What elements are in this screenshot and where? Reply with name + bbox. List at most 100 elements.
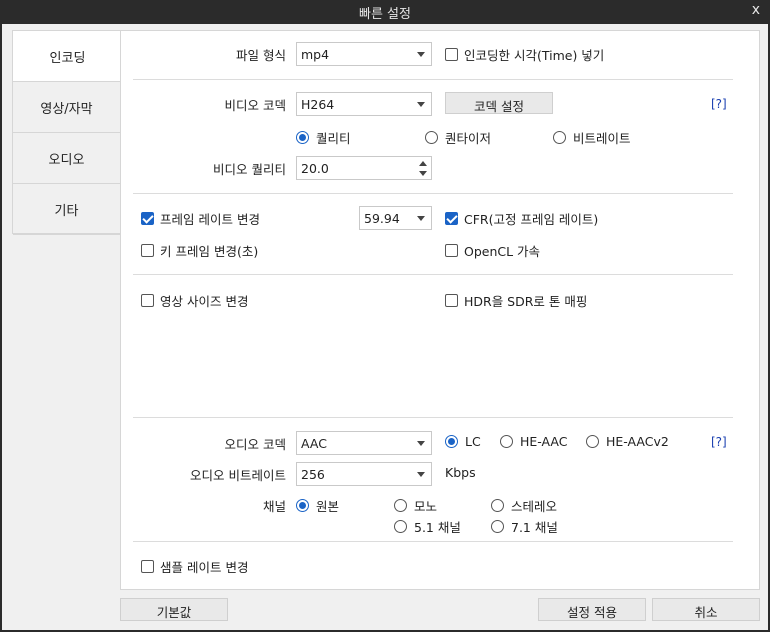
checkbox-icon xyxy=(141,294,154,307)
divider xyxy=(133,193,733,194)
opencl-checkbox[interactable]: OpenCL 가속 xyxy=(445,241,540,260)
video-codec-help-link[interactable]: [?] xyxy=(711,97,727,111)
divider xyxy=(133,417,733,418)
radio-quantizer-label: 퀀타이저 xyxy=(445,131,492,146)
chevron-down-icon xyxy=(417,472,425,477)
radio-icon xyxy=(394,499,407,512)
radio-icon xyxy=(586,435,599,448)
tab-encoding[interactable]: 인코딩 xyxy=(13,31,122,82)
radio-selected-icon xyxy=(296,131,309,144)
frame-rate-select[interactable]: 59.94 xyxy=(359,206,432,230)
radio-icon xyxy=(425,131,438,144)
audio-codec-select[interactable]: AAC xyxy=(296,431,432,455)
checkbox-icon xyxy=(141,560,154,573)
dialog-window: 인코딩 영상/자막 오디오 기타 파일 형식 mp4 인코딩한 시각(Time)… xyxy=(2,24,768,630)
codec-settings-button[interactable]: 코덱 설정 xyxy=(445,92,553,114)
close-icon[interactable]: x xyxy=(752,2,760,18)
radio-channel-stereo[interactable]: 스테레오 xyxy=(491,496,557,515)
divider xyxy=(133,541,733,542)
radio-selected-icon xyxy=(445,435,458,448)
resize-checkbox[interactable]: 영상 사이즈 변경 xyxy=(141,291,248,310)
tab-list: 인코딩 영상/자막 오디오 기타 xyxy=(12,30,122,235)
audio-bitrate-label: 오디오 비트레이트 xyxy=(190,468,286,483)
channel-label: 채널 xyxy=(262,499,286,514)
frame-rate-checkbox[interactable]: 프레임 레이트 변경 xyxy=(141,209,260,228)
radio-he-aacv2[interactable]: HE-AACv2 xyxy=(586,434,669,449)
radio-icon xyxy=(394,520,407,533)
checkbox-checked-icon xyxy=(445,212,458,225)
audio-codec-label: 오디오 코덱 xyxy=(224,437,286,452)
divider xyxy=(133,79,733,80)
spin-up-icon[interactable] xyxy=(419,161,427,166)
radio-channel-7-1[interactable]: 7.1 채널 xyxy=(491,517,558,536)
audio-codec-help-link[interactable]: [?] xyxy=(711,435,727,449)
hdr-tonemap-checkbox[interactable]: HDR을 SDR로 톤 매핑 xyxy=(445,291,587,310)
video-quality-spinbox[interactable]: 20.0 xyxy=(296,156,432,180)
checkbox-checked-icon xyxy=(141,212,154,225)
cancel-button[interactable]: 취소 xyxy=(652,598,760,621)
default-button[interactable]: 기본값 xyxy=(120,598,228,621)
radio-bitrate[interactable]: 비트레이트 xyxy=(553,128,631,147)
spin-down-icon[interactable] xyxy=(419,171,427,176)
radio-channel-mono[interactable]: 모노 xyxy=(394,496,437,515)
encoding-panel: 파일 형식 mp4 인코딩한 시각(Time) 넣기 비디오 코덱 H264 코… xyxy=(120,30,760,590)
chevron-down-icon xyxy=(417,441,425,446)
insert-time-label: 인코딩한 시각(Time) 넣기 xyxy=(464,48,605,63)
radio-quantizer[interactable]: 퀀타이저 xyxy=(425,128,491,147)
file-format-value: mp4 xyxy=(301,47,330,62)
tab-video-subtitle[interactable]: 영상/자막 xyxy=(13,82,120,133)
radio-icon xyxy=(491,520,504,533)
radio-bitrate-label: 비트레이트 xyxy=(573,131,631,146)
tab-audio[interactable]: 오디오 xyxy=(13,133,120,184)
chevron-down-icon xyxy=(417,102,425,107)
radio-he-aacv2-label: HE-AACv2 xyxy=(606,434,669,449)
opencl-label: OpenCL 가속 xyxy=(464,244,541,259)
video-codec-label: 비디오 코덱 xyxy=(224,98,286,113)
keyframe-checkbox[interactable]: 키 프레임 변경(초) xyxy=(141,241,258,260)
cfr-checkbox[interactable]: CFR(고정 프레임 레이트) xyxy=(445,209,598,228)
radio-channel-5-1[interactable]: 5.1 채널 xyxy=(394,517,461,536)
file-format-select[interactable]: mp4 xyxy=(296,42,432,66)
window-title: 빠른 설정 xyxy=(359,7,411,22)
radio-selected-icon xyxy=(296,499,309,512)
radio-channel-original-label: 원본 xyxy=(316,499,340,514)
checkbox-icon xyxy=(445,294,458,307)
audio-codec-value: AAC xyxy=(301,436,327,451)
keyframe-label: 키 프레임 변경(초) xyxy=(160,244,259,259)
file-format-label: 파일 형식 xyxy=(236,48,286,63)
radio-channel-stereo-label: 스테레오 xyxy=(511,499,558,514)
checkbox-icon xyxy=(445,48,458,61)
radio-quality-label: 퀄리티 xyxy=(316,131,351,146)
radio-icon xyxy=(500,435,513,448)
resize-label: 영상 사이즈 변경 xyxy=(160,294,249,309)
tab-etc[interactable]: 기타 xyxy=(13,184,120,235)
insert-time-checkbox[interactable]: 인코딩한 시각(Time) 넣기 xyxy=(445,45,604,64)
checkbox-icon xyxy=(445,244,458,257)
video-codec-select[interactable]: H264 xyxy=(296,92,432,116)
radio-lc-label: LC xyxy=(465,434,481,449)
radio-lc[interactable]: LC xyxy=(445,434,481,449)
radio-channel-original[interactable]: 원본 xyxy=(296,496,339,515)
apply-button[interactable]: 설정 적용 xyxy=(538,598,646,621)
radio-channel-5-1-label: 5.1 채널 xyxy=(414,520,461,535)
cfr-label: CFR(고정 프레임 레이트) xyxy=(464,212,599,227)
sample-rate-label: 샘플 레이트 변경 xyxy=(160,560,249,575)
divider xyxy=(133,274,733,275)
title-bar: 빠른 설정 x xyxy=(0,0,770,24)
radio-he-aac[interactable]: HE-AAC xyxy=(500,434,568,449)
audio-bitrate-select[interactable]: 256 xyxy=(296,462,432,486)
frame-rate-label: 프레임 레이트 변경 xyxy=(160,212,260,227)
hdr-tonemap-label: HDR을 SDR로 톤 매핑 xyxy=(464,294,588,309)
sample-rate-checkbox[interactable]: 샘플 레이트 변경 xyxy=(141,557,248,576)
video-quality-label: 비디오 퀄리티 xyxy=(213,162,286,177)
radio-he-aac-label: HE-AAC xyxy=(520,434,568,449)
radio-quality[interactable]: 퀄리티 xyxy=(296,128,351,147)
frame-rate-value: 59.94 xyxy=(364,211,400,226)
chevron-down-icon xyxy=(417,52,425,57)
checkbox-icon xyxy=(141,244,154,257)
radio-icon xyxy=(553,131,566,144)
audio-bitrate-unit: Kbps xyxy=(445,465,476,480)
video-codec-value: H264 xyxy=(301,97,335,112)
radio-channel-mono-label: 모노 xyxy=(414,499,438,514)
chevron-down-icon xyxy=(417,216,425,221)
